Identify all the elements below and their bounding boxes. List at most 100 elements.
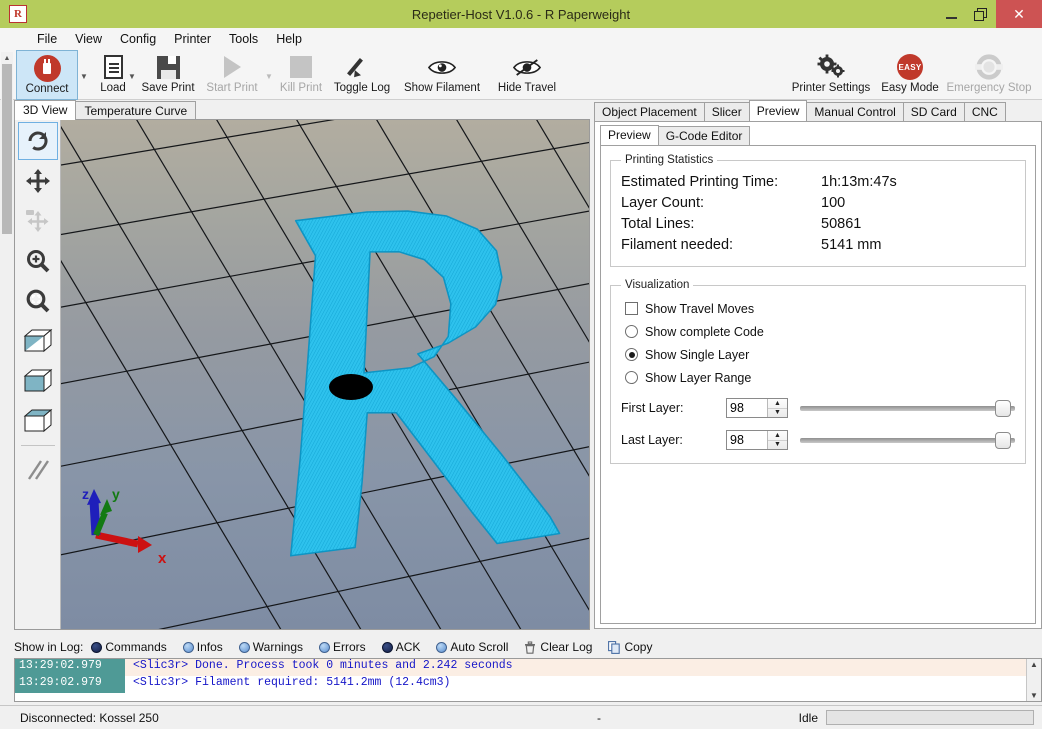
- menu-config[interactable]: Config: [111, 30, 165, 48]
- toolbar-printer-settings[interactable]: Printer Settings: [782, 50, 880, 100]
- option-show-single-layer[interactable]: Show Single Layer: [621, 343, 1015, 366]
- log-filter-infos[interactable]: Infos: [182, 640, 223, 654]
- checkbox-show-travel-moves[interactable]: [625, 302, 638, 315]
- first-layer-slider[interactable]: [800, 398, 1015, 418]
- tab-object-placement[interactable]: Object Placement: [594, 102, 705, 121]
- radio-icon[interactable]: [238, 641, 250, 653]
- last-layer-row: Last Layer: ▲ ▼: [621, 427, 1015, 453]
- radio-show-layer-range[interactable]: [625, 371, 638, 384]
- zoom-in-tool[interactable]: [18, 242, 58, 280]
- toolbar-start-print[interactable]: Start Print: [200, 50, 264, 100]
- toolbar-toggle-log[interactable]: Toggle Log: [330, 50, 394, 100]
- scrollbar-thumb[interactable]: [2, 64, 12, 234]
- radio-show-complete-code[interactable]: [625, 325, 638, 338]
- gears-icon: [816, 53, 846, 81]
- scroll-down-icon[interactable]: ▼: [1030, 691, 1038, 700]
- first-layer-input[interactable]: [727, 399, 767, 417]
- scroll-up-arrow-icon[interactable]: ▲: [1, 52, 13, 64]
- tab-3d-view[interactable]: 3D View: [14, 100, 77, 120]
- tab-preview[interactable]: Preview: [748, 100, 808, 121]
- tab-sd-card[interactable]: SD Card: [902, 102, 965, 121]
- start-print-dropdown-arrow[interactable]: ▼: [265, 72, 273, 81]
- menu-view[interactable]: View: [66, 30, 111, 48]
- menu-tools[interactable]: Tools: [220, 30, 267, 48]
- first-layer-spin-buttons[interactable]: ▲ ▼: [767, 399, 787, 417]
- minimize-button[interactable]: [936, 0, 966, 28]
- window-controls: ✕: [936, 0, 1042, 28]
- visualization-legend: Visualization: [625, 279, 690, 291]
- printer-state: Idle: [798, 710, 818, 725]
- log-filter-commands[interactable]: Commands: [91, 640, 167, 654]
- toolbar-connect[interactable]: Connect: [16, 50, 78, 100]
- slider-thumb[interactable]: [994, 400, 1011, 417]
- radio-icon[interactable]: [436, 641, 448, 653]
- spin-down-icon[interactable]: ▼: [768, 441, 787, 450]
- log-output[interactable]: 13:29:02.979 <Slic3r> Done. Process took…: [14, 658, 1042, 702]
- tab-slicer[interactable]: Slicer: [703, 102, 750, 121]
- preview-tab-body: Preview G-Code Editor Printing Statistic…: [594, 121, 1042, 629]
- tab-cnc[interactable]: CNC: [963, 102, 1006, 121]
- toolbar-hide-travel-label: Hide Travel: [497, 82, 557, 94]
- view-cube-front-tool[interactable]: [18, 362, 58, 400]
- stat-row-estimated-time: Estimated Printing Time: 1h:13m:47s: [621, 172, 1015, 193]
- close-button[interactable]: ✕: [996, 0, 1042, 28]
- rotate-view-tool[interactable]: [17, 122, 58, 160]
- last-layer-input[interactable]: [727, 431, 767, 449]
- 3d-viewport[interactable]: x y z: [61, 120, 589, 629]
- spin-down-icon[interactable]: ▼: [768, 409, 787, 418]
- move-object-tool[interactable]: [18, 202, 58, 240]
- tab-temperature-curve[interactable]: Temperature Curve: [75, 101, 197, 120]
- radio-icon[interactable]: [91, 641, 103, 653]
- clear-log-button[interactable]: Clear Log: [524, 640, 592, 654]
- subtab-preview[interactable]: Preview: [600, 125, 659, 145]
- option-label: Show complete Code: [645, 324, 764, 339]
- tab-manual-control[interactable]: Manual Control: [806, 102, 904, 121]
- parallel-lines-tool[interactable]: [18, 451, 58, 489]
- last-layer-slider[interactable]: [800, 430, 1015, 450]
- radio-show-single-layer[interactable]: [625, 348, 638, 361]
- restore-button[interactable]: [966, 0, 996, 28]
- log-filter-warnings[interactable]: Warnings: [238, 640, 304, 654]
- toolbar-show-filament[interactable]: Show Filament: [396, 50, 488, 100]
- view-cube-top-tool[interactable]: [18, 402, 58, 440]
- subtab-gcode-editor[interactable]: G-Code Editor: [657, 126, 751, 145]
- move-view-tool[interactable]: [18, 162, 58, 200]
- connect-dropdown-arrow[interactable]: ▼: [80, 72, 88, 81]
- scroll-up-icon[interactable]: ▲: [1030, 660, 1038, 669]
- log-filter-auto-scroll[interactable]: Auto Scroll: [436, 640, 508, 654]
- document-icon: [103, 53, 123, 81]
- view-cube-diagonal-tool[interactable]: [18, 322, 58, 360]
- slider-thumb[interactable]: [994, 432, 1011, 449]
- zoom-fit-tool[interactable]: [18, 282, 58, 320]
- log-filter-errors[interactable]: Errors: [319, 640, 366, 654]
- log-filter-ack[interactable]: ACK: [381, 640, 421, 654]
- filter-label: ACK: [395, 640, 421, 654]
- filter-label: Warnings: [252, 640, 304, 654]
- toolbar-easy-mode[interactable]: EASY Easy Mode: [880, 50, 940, 100]
- toolbar-save-print[interactable]: Save Print: [136, 50, 200, 100]
- option-show-layer-range[interactable]: Show Layer Range: [621, 366, 1015, 389]
- radio-icon[interactable]: [319, 641, 331, 653]
- toolbar-kill-print[interactable]: Kill Print: [274, 50, 328, 100]
- left-vertical-scrollbar[interactable]: ▲: [1, 52, 13, 630]
- printing-statistics-group: Printing Statistics Estimated Printing T…: [610, 154, 1026, 267]
- menu-printer[interactable]: Printer: [165, 30, 220, 48]
- toolbar-show-filament-label: Show Filament: [403, 82, 481, 94]
- spin-up-icon[interactable]: ▲: [768, 399, 787, 409]
- option-show-complete-code[interactable]: Show complete Code: [621, 320, 1015, 343]
- menu-help[interactable]: Help: [267, 30, 311, 48]
- copy-button[interactable]: Copy: [608, 640, 652, 654]
- last-layer-stepper[interactable]: ▲ ▼: [726, 430, 788, 450]
- first-layer-stepper[interactable]: ▲ ▼: [726, 398, 788, 418]
- last-layer-spin-buttons[interactable]: ▲ ▼: [767, 431, 787, 449]
- radio-icon[interactable]: [182, 641, 194, 653]
- log-scrollbar[interactable]: ▲ ▼: [1026, 659, 1041, 701]
- menu-file[interactable]: File: [28, 30, 66, 48]
- toolbar-emergency-stop[interactable]: Emergency Stop: [940, 50, 1038, 100]
- stat-row-filament-needed: Filament needed: 5141 mm: [621, 235, 1015, 256]
- spin-up-icon[interactable]: ▲: [768, 431, 787, 441]
- radio-icon[interactable]: [381, 641, 393, 653]
- load-dropdown-arrow[interactable]: ▼: [128, 72, 136, 81]
- option-show-travel-moves[interactable]: Show Travel Moves: [621, 297, 1015, 320]
- toolbar-hide-travel[interactable]: Hide Travel: [488, 50, 566, 100]
